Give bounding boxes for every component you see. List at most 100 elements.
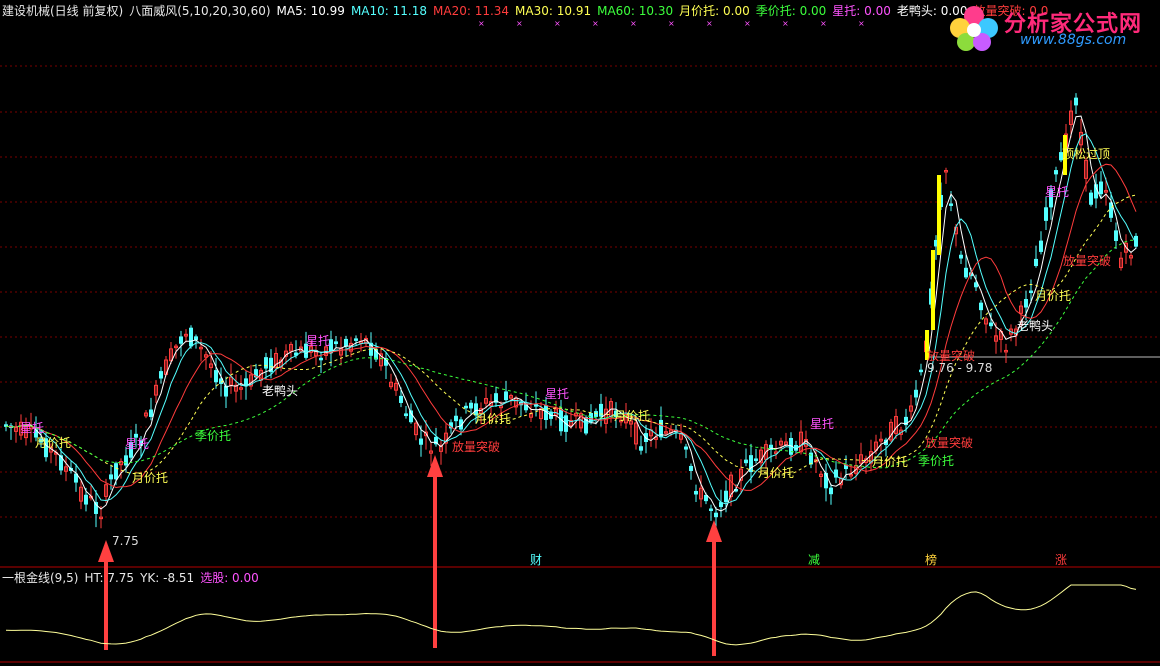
xingtuo-label: 星托 bbox=[545, 387, 569, 401]
xingtuo-label: 星托 bbox=[1045, 185, 1069, 199]
marker-x: × bbox=[630, 19, 637, 28]
ma30-line bbox=[5, 194, 1137, 476]
laoyatou-label: 老鸭头 bbox=[262, 384, 298, 398]
jijiatuo-label: 季价托 bbox=[918, 454, 954, 468]
candle-body bbox=[744, 459, 748, 464]
kline-chart[interactable]: 星托星托星托星托星托星托月价托月价托月价托 月价托月价托月价托月价托季价托季价托老… bbox=[0, 0, 1160, 666]
candle-body bbox=[964, 267, 968, 278]
sub-indicator-name: 一根金线(9,5) bbox=[2, 571, 79, 585]
candle-body bbox=[114, 463, 118, 480]
candle-body bbox=[149, 409, 153, 417]
marker-x: × bbox=[744, 19, 751, 28]
candle-body bbox=[504, 391, 508, 401]
sub-header: 一根金线(9,5) HT: 7.75 YK: -8.51 选股: 0.00 bbox=[2, 569, 265, 586]
candle-body bbox=[464, 405, 468, 409]
candle-body bbox=[949, 203, 953, 206]
ma10-value: MA10: 11.18 bbox=[350, 4, 427, 18]
candle-body bbox=[84, 494, 88, 505]
candle-body bbox=[914, 389, 918, 398]
yuejiatuo-label: 月价托 bbox=[132, 471, 168, 485]
candle-body bbox=[754, 458, 758, 461]
signal-arrow-icon bbox=[433, 475, 437, 648]
candle-body bbox=[724, 490, 728, 503]
yuejiatuo-label: 月价托 bbox=[35, 436, 71, 450]
candle-body bbox=[714, 512, 718, 518]
marker-x: × bbox=[782, 19, 789, 28]
candle-body bbox=[179, 336, 183, 344]
ma60-value: MA60: 10.30 bbox=[597, 4, 674, 18]
dingsong-label: 顶松过顶 bbox=[1062, 147, 1110, 161]
flower-logo-icon bbox=[950, 6, 998, 51]
yuejiatuo-label: 月价托 bbox=[614, 409, 650, 423]
jijiatuo-label: 季价托 bbox=[195, 429, 231, 443]
gold-line bbox=[5, 584, 1137, 646]
candle-body bbox=[354, 338, 358, 341]
ma5-line bbox=[5, 115, 1137, 512]
candle-body bbox=[1039, 240, 1043, 252]
volume-breakout-bar bbox=[937, 175, 941, 255]
candle-body bbox=[694, 490, 698, 495]
logo-url: www.88gs.com bbox=[1020, 32, 1127, 48]
event-tag: 财 bbox=[530, 553, 542, 567]
candle-body bbox=[684, 446, 688, 450]
candle-body bbox=[709, 508, 713, 512]
candle-body bbox=[979, 302, 983, 311]
candle-body bbox=[319, 357, 323, 361]
candle-body bbox=[454, 415, 458, 422]
candle-body bbox=[1054, 170, 1058, 175]
site-logo: 分析家公式网 www.88gs.com bbox=[946, 4, 1154, 52]
marker-x: × bbox=[668, 19, 675, 28]
candle-body bbox=[264, 357, 268, 369]
candle-body bbox=[919, 369, 923, 373]
xingtuo-label: 星托 bbox=[125, 437, 149, 451]
candle-body bbox=[109, 474, 113, 480]
ma5-value: MA5: 10.99 bbox=[276, 4, 345, 18]
indicator-name: 八面威风(5,10,20,30,60) bbox=[129, 4, 271, 18]
candle-body bbox=[829, 487, 833, 495]
xingtuo-value: 星托: 0.00 bbox=[832, 4, 891, 18]
candle-body bbox=[689, 465, 693, 471]
marker-x: × bbox=[706, 19, 713, 28]
candle-body bbox=[1044, 207, 1048, 221]
candle-body bbox=[704, 494, 708, 502]
candle-body bbox=[194, 336, 198, 340]
candle-body bbox=[419, 438, 423, 445]
candle-body bbox=[224, 385, 228, 397]
event-tag: 减 bbox=[808, 553, 820, 567]
xingtuo-label: 星托 bbox=[810, 417, 834, 431]
event-tag: 榜 bbox=[925, 552, 937, 567]
fangliang-label: 放量突破 bbox=[1063, 253, 1111, 268]
marker-x: × bbox=[592, 19, 599, 28]
candle-body bbox=[1099, 181, 1103, 195]
ma30-value: MA30: 10.91 bbox=[515, 4, 592, 18]
volume-breakout-bar bbox=[931, 250, 935, 330]
candle-body bbox=[399, 395, 403, 403]
laoyatou-label: 老鸭头 bbox=[1017, 319, 1053, 333]
range-label: 9.76 - 9.78 bbox=[927, 361, 992, 375]
yuejiatuo-label: 月价托 bbox=[758, 466, 794, 480]
xuangu-value: 选股: 0.00 bbox=[200, 571, 259, 585]
candle-body bbox=[974, 282, 978, 288]
candle-body bbox=[469, 402, 473, 409]
marker-x: × bbox=[820, 19, 827, 28]
candle-body bbox=[214, 370, 218, 383]
fangliang-label: 放量突破 bbox=[452, 439, 500, 454]
candle-body bbox=[1089, 192, 1093, 205]
candle-body bbox=[1114, 230, 1118, 241]
yk-value: YK: -8.51 bbox=[140, 571, 195, 585]
yuejiatuo-label: 月价托 bbox=[475, 412, 511, 426]
low-price-label: 7.75 bbox=[112, 534, 139, 548]
candle-body bbox=[334, 341, 338, 345]
xingtuo-label: 星托 bbox=[306, 334, 330, 348]
candle-body bbox=[989, 322, 993, 327]
jijiatuo-value: 季价托: 0.00 bbox=[755, 4, 827, 18]
marker-x: × bbox=[554, 19, 561, 28]
fangliang-label: 放量突破 bbox=[925, 435, 973, 450]
candle-body bbox=[244, 378, 248, 387]
candle-body bbox=[344, 338, 348, 347]
yuejiatuo-label: 月价托 bbox=[1035, 289, 1071, 303]
candle-body bbox=[124, 455, 128, 466]
candle-body bbox=[1074, 97, 1078, 106]
event-tag: 涨 bbox=[1055, 552, 1067, 567]
candle-body bbox=[589, 412, 593, 422]
